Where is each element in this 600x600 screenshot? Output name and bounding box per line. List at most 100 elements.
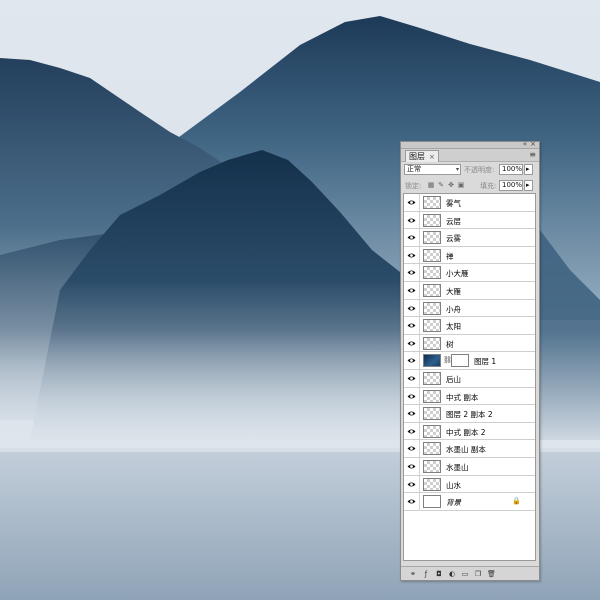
eye-icon[interactable] [407,410,416,417]
row-divider [419,299,420,317]
eye-icon[interactable] [407,357,416,364]
fill-input[interactable]: 100% [499,180,523,191]
eye-icon[interactable] [407,340,416,347]
chevron-right-icon: ▸ [526,165,530,173]
layer-name: 图层 1 [474,357,497,367]
eye-icon[interactable] [407,428,416,435]
layer-row[interactable]: 树 [404,334,535,353]
eye-icon[interactable] [407,305,416,312]
eye-icon[interactable] [407,287,416,294]
panel-menu-icon[interactable]: ≡ [529,150,536,159]
tab-layers[interactable]: 图层 × [405,150,439,162]
eye-icon[interactable] [407,375,416,382]
new-group-icon[interactable]: ▭ [461,570,469,578]
layer-name: 中式 副本 2 [446,427,486,437]
layer-row[interactable]: 禅 [404,246,535,265]
layer-thumbnail[interactable] [423,477,441,491]
row-divider [419,229,420,246]
add-mask-icon[interactable]: ◘ [435,570,443,578]
layer-thumbnail[interactable] [423,354,441,368]
lock-move-icon[interactable]: ✥ [447,181,455,189]
lock-label: 锁定: [405,182,422,190]
layer-name: 云层 [446,216,461,226]
layer-row[interactable]: 太阳 [404,317,535,335]
eye-icon[interactable] [407,481,416,488]
layer-thumbnail[interactable] [423,495,441,509]
layer-row[interactable]: 雾气 [404,194,535,212]
layer-thumbnail[interactable] [423,442,441,456]
eye-icon[interactable] [407,252,416,259]
adjustment-layer-icon[interactable]: ◐ [448,570,456,578]
row-divider [419,457,420,475]
panel-close-icon[interactable]: × [530,141,536,148]
layer-thumbnail[interactable] [423,248,441,262]
eye-icon[interactable] [407,445,416,452]
layer-thumbnail[interactable] [423,459,441,473]
layer-list: 雾气云层云雾禅小大雁大雁小舟 太阳树 ⛓ 图层 1 后山中式 副本图层 2 副本 2 中式… [403,193,536,561]
new-layer-icon[interactable]: ❐ [474,570,482,578]
layer-thumbnail[interactable] [423,283,441,297]
layer-thumbnail[interactable] [423,213,441,227]
row-divider [419,493,420,510]
layer-name: 中式 副本 [446,392,479,402]
row-divider [419,475,420,493]
opacity-label: 不透明度: [464,166,495,174]
layer-name: 大雁 [446,286,461,296]
layer-mask-thumbnail[interactable] [451,354,469,368]
layer-row[interactable]: 云层 [404,211,535,230]
layer-row[interactable]: 图层 2 副本 2 [404,405,535,423]
fill-slider-button[interactable]: ▸ [524,180,533,191]
blend-mode-select[interactable]: 正常 ▾ [404,164,461,175]
layer-row[interactable]: 背景 🔒 [404,493,535,511]
layer-row[interactable]: 后山 [404,369,535,388]
lock-all-icon[interactable]: ▣ [457,181,465,189]
lock-row: 锁定: ▦ ✎ ✥ ▣ 填充: 100% ▸ [401,178,539,194]
row-divider [419,246,420,264]
chevron-right-icon: ▸ [526,181,530,189]
row-divider [419,281,420,299]
eye-icon[interactable] [407,199,416,206]
layer-row[interactable]: 大雁 [404,281,535,300]
panel-tabbar: 图层 × ≡ [401,149,539,162]
layer-thumbnail[interactable] [423,389,441,403]
layer-row[interactable]: 中式 副本 2 [404,422,535,441]
layer-name: 小大雁 [446,269,469,279]
layer-row[interactable]: ⛓ 图层 1 [404,352,535,370]
eye-icon[interactable] [407,234,416,241]
layer-name: 图层 2 副本 2 [446,410,493,420]
opacity-slider-button[interactable]: ▸ [524,164,533,175]
layer-row[interactable]: 水墨山 [404,457,535,476]
layer-row[interactable]: 中式 副本 [404,387,535,406]
layer-thumbnail[interactable] [423,319,441,333]
fx-icon[interactable]: ƒ [422,570,430,578]
opacity-input[interactable]: 100% [499,164,523,175]
eye-icon[interactable] [407,393,416,400]
layer-thumbnail[interactable] [423,196,441,209]
layer-thumbnail[interactable] [423,407,441,421]
layer-thumbnail[interactable] [423,336,441,350]
eye-icon[interactable] [407,463,416,470]
layer-thumbnail[interactable] [423,301,441,315]
link-layers-icon[interactable]: ⚭ [409,570,417,578]
layer-thumbnail[interactable] [423,424,441,438]
panel-footer: ⚭ ƒ ◘ ◐ ▭ ❐ 🗑 [401,566,539,580]
lock-transparent-icon[interactable]: ▦ [427,181,435,189]
layer-name: 水墨山 [446,462,469,472]
layer-row[interactable]: 小大雁 [404,264,535,282]
layer-row[interactable]: 小舟 [404,299,535,318]
layer-thumbnail[interactable] [423,371,441,385]
layer-thumbnail[interactable] [423,231,441,245]
layer-thumbnail[interactable] [423,266,441,280]
eye-icon[interactable] [407,217,416,224]
layers-panel: « × 图层 × ≡ 正常 ▾ 不透明度: 100% ▸ 锁定: ▦ ✎ ✥ ▣… [400,141,540,581]
tab-close-icon[interactable]: × [429,153,435,161]
eye-icon[interactable] [407,498,416,505]
eye-icon[interactable] [407,322,416,329]
panel-minimize-icon[interactable]: « [523,141,527,148]
lock-paint-icon[interactable]: ✎ [437,181,445,189]
layer-row[interactable]: 水墨山 副本 [404,440,535,458]
delete-layer-icon[interactable]: 🗑 [487,570,496,578]
layer-row[interactable]: 山水 [404,475,535,494]
eye-icon[interactable] [407,269,416,276]
layer-row[interactable]: 云雾 [404,229,535,247]
